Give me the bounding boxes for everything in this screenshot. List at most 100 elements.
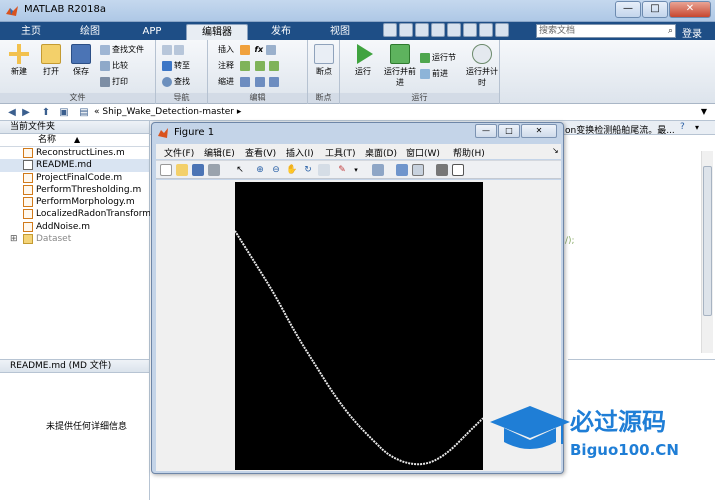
tab-home[interactable]: 主页 [8, 24, 54, 40]
comment-button[interactable]: 注释 [218, 60, 234, 72]
qa-switch-icon[interactable] [479, 23, 493, 37]
edit-tool-icons-1[interactable]: fx [240, 44, 278, 56]
menu-view[interactable]: 查看(V) [245, 146, 276, 159]
maximize-button[interactable]: □ [642, 1, 668, 18]
expand-icon[interactable]: ⊞ [10, 233, 18, 245]
goto-button[interactable]: 转至 [162, 60, 190, 72]
forward-arrow-icon[interactable]: ▶ [20, 107, 32, 119]
qa-cut-icon[interactable] [399, 23, 413, 37]
editor-scrollbar[interactable] [701, 151, 713, 353]
run-section-button[interactable]: 运行节 [420, 52, 456, 64]
help-icon[interactable]: ? [680, 122, 685, 132]
qa-paste-icon[interactable] [431, 23, 445, 37]
menubar-dock-icon[interactable]: ↘ [552, 146, 559, 155]
address-dropdown-icon[interactable]: ▼ [701, 107, 707, 116]
find-label: 查找 [174, 77, 190, 86]
up-folder-icon[interactable]: ⬆ [40, 107, 52, 119]
file-item[interactable]: AddNoise.m [0, 221, 149, 233]
link-plot-icon[interactable] [372, 164, 384, 176]
open-button[interactable]: 打开 [38, 44, 64, 77]
figure-title-bar[interactable]: Figure 1 — □ ✕ [152, 123, 563, 142]
qa-copy-icon[interactable] [415, 23, 429, 37]
file-item[interactable]: PerformMorphology.m [0, 196, 149, 208]
run-group: 运行 运行并前进 运行节 前进 运行并计时 运行 [340, 40, 500, 104]
run-and-time-button[interactable]: 运行并计时 [466, 44, 498, 88]
edit-tool-icons-3[interactable] [240, 76, 281, 88]
file-item[interactable]: ReconstructLines.m [0, 147, 149, 159]
insert-button[interactable]: 插入 [218, 44, 234, 56]
qa-help-icon[interactable] [495, 23, 509, 37]
save-button[interactable]: 保存 [68, 44, 94, 77]
search-input[interactable]: 搜索文档 ⌕ [536, 24, 676, 38]
tab-plots[interactable]: 绘图 [64, 24, 116, 40]
qa-save-icon[interactable] [383, 23, 397, 37]
edit-tool-icons-2[interactable] [240, 60, 281, 72]
figure-minimize-button[interactable]: — [475, 124, 497, 138]
data-cursor-icon[interactable] [318, 164, 330, 176]
hide-plot-tools-icon[interactable] [436, 164, 448, 176]
browse-folder-icon[interactable]: ▣ [58, 107, 70, 119]
tab-editor[interactable]: 编辑器 [186, 24, 248, 40]
find-button[interactable]: 查找 [162, 76, 190, 88]
editor-menu-icon[interactable]: ▾ [695, 123, 699, 132]
menu-tools[interactable]: 工具(T) [325, 146, 356, 159]
brush-icon[interactable]: ✎ [336, 164, 348, 176]
figure-maximize-button[interactable]: □ [498, 124, 520, 138]
back-arrow-icon[interactable]: ◀ [6, 107, 18, 119]
editor-scroll-thumb[interactable] [703, 166, 712, 316]
compare-button[interactable]: 比较 [100, 60, 128, 72]
breakpoints-button[interactable]: 断点 [311, 44, 337, 77]
figure-image-axes[interactable] [235, 182, 483, 470]
tab-apps[interactable]: APP [124, 24, 180, 40]
login-link[interactable]: 登录 [682, 25, 702, 40]
find-files-button[interactable]: 查找文件 [100, 44, 144, 56]
menu-desktop[interactable]: 桌面(D) [365, 146, 397, 159]
insert-colorbar-icon[interactable] [396, 164, 408, 176]
run-button[interactable]: 运行 [350, 44, 376, 77]
indent-button[interactable]: 缩进 [218, 76, 234, 88]
qa-undo-icon[interactable] [447, 23, 461, 37]
print-button[interactable]: 打印 [100, 76, 128, 88]
menu-window[interactable]: 窗口(W) [406, 146, 440, 159]
zoom-out-icon[interactable]: ⊖ [270, 164, 282, 176]
show-plot-tools-icon[interactable] [452, 164, 464, 176]
file-item[interactable]: ProjectFinalCode.m [0, 172, 149, 184]
menu-file[interactable]: 文件(F) [164, 146, 194, 159]
file-name: ReconstructLines.m [36, 148, 125, 158]
name-column-header[interactable]: 名称 ▲ [0, 134, 149, 147]
figure-close-button[interactable]: ✕ [521, 124, 557, 138]
address-path[interactable]: « Ship_Wake_Detection-master ▸ [94, 107, 241, 117]
menu-insert[interactable]: 插入(I) [286, 146, 314, 159]
minimize-button[interactable]: — [615, 1, 641, 18]
document-icon [23, 160, 33, 171]
address-bar: ◀ ▶ ⬆ ▣ ▤ « Ship_Wake_Detection-master ▸… [0, 105, 715, 121]
new-button[interactable]: 新建 [6, 44, 32, 77]
file-item[interactable]: PerformThresholding.m [0, 184, 149, 196]
advance-button[interactable]: 前进 [420, 68, 448, 80]
print-figure-icon[interactable] [208, 164, 220, 176]
new-figure-icon[interactable] [160, 164, 172, 176]
menu-help[interactable]: 帮助(H) [453, 146, 485, 159]
zoom-in-icon[interactable]: ⊕ [254, 164, 266, 176]
nav-arrows[interactable] [162, 44, 186, 56]
insert-legend-icon[interactable] [412, 164, 424, 176]
qa-redo-icon[interactable] [463, 23, 477, 37]
folder-item[interactable]: ⊞ Dataset [0, 233, 149, 245]
fx-icon[interactable]: fx [255, 45, 264, 54]
close-button[interactable]: ✕ [669, 1, 711, 18]
save-figure-icon[interactable] [192, 164, 204, 176]
brush-dropdown-icon[interactable]: ▾ [350, 164, 362, 176]
file-group-label: 文件 [0, 93, 155, 103]
run-advance-button[interactable]: 运行并前进 [384, 44, 416, 88]
open-file-icon[interactable] [176, 164, 188, 176]
editor-tab-text[interactable]: on变换检测船舶尾流。最... [565, 123, 675, 136]
tab-publish[interactable]: 发布 [254, 24, 308, 40]
search-icon[interactable]: ⌕ [668, 25, 673, 37]
pan-icon[interactable]: ✋ [286, 164, 298, 176]
menu-edit[interactable]: 编辑(E) [204, 146, 235, 159]
file-item[interactable]: README.md [0, 159, 149, 172]
edit-plot-icon[interactable]: ↖ [234, 164, 246, 176]
rotate-3d-icon[interactable]: ↻ [302, 164, 314, 176]
tab-view[interactable]: 视图 [312, 24, 368, 40]
file-item[interactable]: LocalizedRadonTransform.m [0, 208, 163, 220]
